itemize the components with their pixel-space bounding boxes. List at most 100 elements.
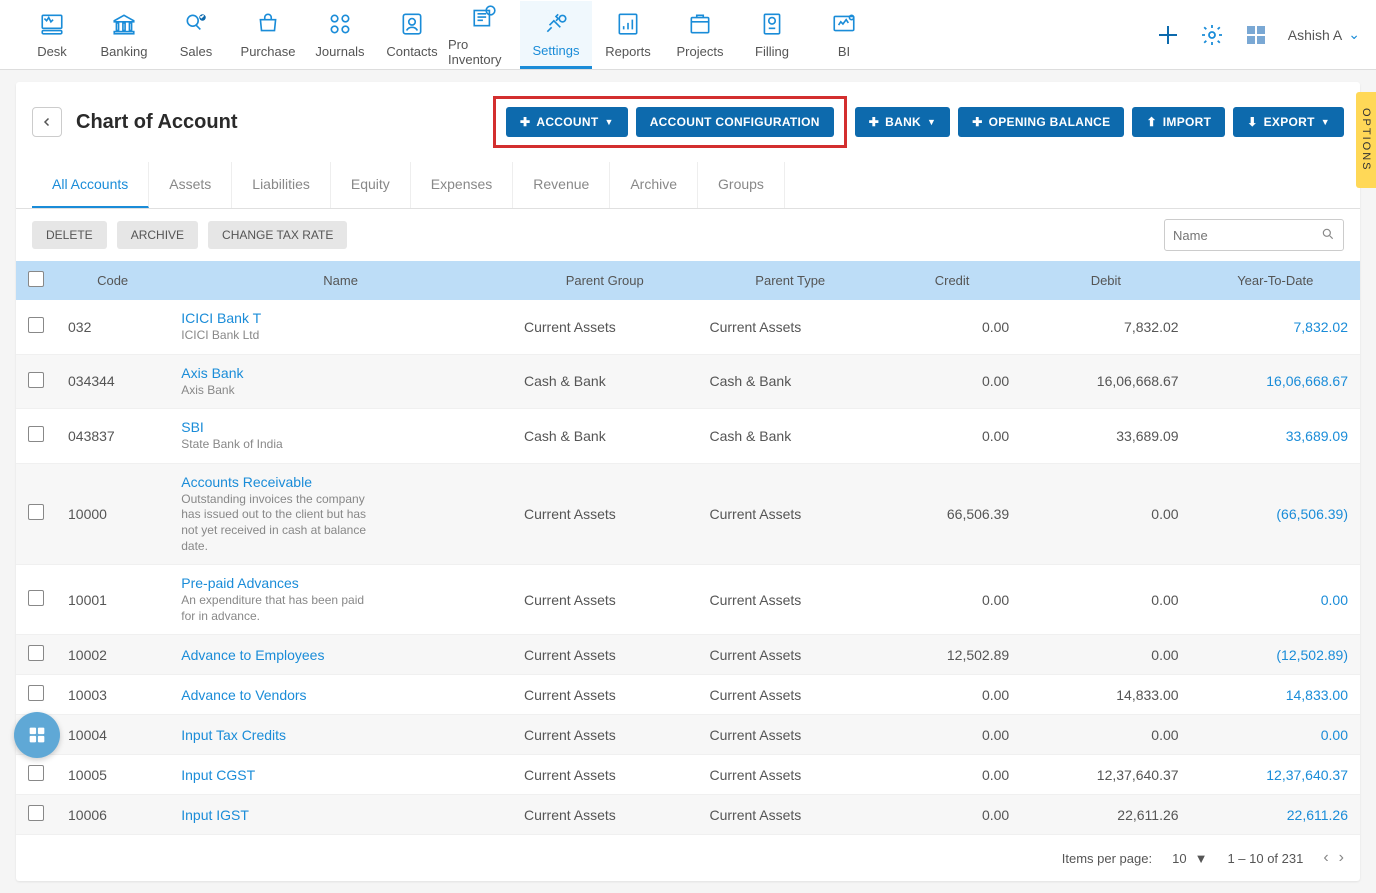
gear-icon[interactable] (1200, 23, 1224, 47)
cell-ytd[interactable]: 22,611.26 (1191, 795, 1360, 835)
cell-ytd[interactable]: 16,06,668.67 (1191, 354, 1360, 409)
row-checkbox[interactable] (28, 765, 44, 781)
table-row: 10001Pre-paid AdvancesAn expenditure tha… (16, 565, 1360, 635)
user-menu[interactable]: Ashish A ⌄ (1288, 26, 1360, 43)
import-button[interactable]: ⬆ IMPORT (1132, 107, 1225, 137)
btn-label: BANK (885, 115, 921, 129)
account-link[interactable]: Input CGST (181, 767, 500, 783)
row-checkbox[interactable] (28, 685, 44, 701)
row-checkbox[interactable] (28, 372, 44, 388)
tab-assets[interactable]: Assets (149, 162, 232, 208)
row-checkbox[interactable] (28, 645, 44, 661)
nav-banking[interactable]: Banking (88, 1, 160, 69)
account-button[interactable]: ✚ ACCOUNT ▼ (506, 107, 628, 137)
chevron-down-icon: ▼ (927, 117, 936, 127)
nav-journals[interactable]: Journals (304, 1, 376, 69)
account-link[interactable]: Pre-paid Advances (181, 575, 500, 591)
nav-bi[interactable]: BI (808, 1, 880, 69)
tab-revenue[interactable]: Revenue (513, 162, 610, 208)
download-icon: ⬇ (1247, 115, 1257, 129)
nav-filling[interactable]: Filling (736, 1, 808, 69)
nav-label: Banking (101, 44, 148, 59)
change-tax-button[interactable]: CHANGE TAX RATE (208, 221, 347, 249)
account-link[interactable]: ICICI Bank T (181, 310, 500, 326)
account-desc: Outstanding invoices the company has iss… (181, 492, 371, 554)
row-checkbox[interactable] (28, 590, 44, 606)
options-tab[interactable]: OPTIONS (1356, 92, 1376, 188)
row-checkbox[interactable] (28, 504, 44, 520)
btn-label: IMPORT (1163, 115, 1211, 129)
cell-name: Axis BankAxis Bank (169, 354, 512, 409)
col-parent-type[interactable]: Parent Type (697, 261, 883, 300)
items-per-page-select[interactable]: 10 ▼ (1172, 851, 1207, 866)
col-debit[interactable]: Debit (1021, 261, 1190, 300)
tab-all-accounts[interactable]: All Accounts (32, 162, 149, 208)
tab-archive[interactable]: Archive (610, 162, 698, 208)
account-link[interactable]: Input Tax Credits (181, 727, 500, 743)
nav-reports[interactable]: Reports (592, 1, 664, 69)
next-page[interactable]: › (1339, 849, 1344, 867)
account-link[interactable]: Input IGST (181, 807, 500, 823)
archive-button[interactable]: ARCHIVE (117, 221, 198, 249)
apps-fab[interactable] (14, 712, 60, 758)
btn-label: EXPORT (1264, 115, 1315, 129)
tab-equity[interactable]: Equity (331, 162, 411, 208)
cell-ytd[interactable]: 33,689.09 (1191, 409, 1360, 464)
cell-ytd[interactable]: (12,502.89) (1191, 635, 1360, 675)
cell-ytd[interactable]: 14,833.00 (1191, 675, 1360, 715)
account-config-button[interactable]: ACCOUNT CONFIGURATION (636, 107, 834, 137)
add-icon[interactable] (1156, 23, 1180, 47)
table-row: 10002Advance to EmployeesCurrent AssetsC… (16, 635, 1360, 675)
nav-sales[interactable]: Sales (160, 1, 232, 69)
settings-icon (542, 9, 570, 37)
cell-code: 032 (56, 300, 169, 354)
col-parent-group[interactable]: Parent Group (512, 261, 698, 300)
nav-projects[interactable]: Projects (664, 1, 736, 69)
col-credit[interactable]: Credit (883, 261, 1021, 300)
nav-pro-inventory[interactable]: Pro Inventory (448, 1, 520, 69)
nav-purchase[interactable]: Purchase (232, 1, 304, 69)
col-code[interactable]: Code (56, 261, 169, 300)
export-button[interactable]: ⬇ EXPORT ▼ (1233, 107, 1344, 137)
back-button[interactable] (32, 107, 62, 137)
cell-ytd[interactable]: 12,37,640.37 (1191, 755, 1360, 795)
col-ytd[interactable]: Year-To-Date (1191, 261, 1360, 300)
highlighted-actions: ✚ ACCOUNT ▼ ACCOUNT CONFIGURATION (493, 96, 847, 148)
cell-name: Advance to Vendors (169, 675, 512, 715)
select-all-checkbox[interactable] (28, 271, 44, 287)
journals-icon (326, 10, 354, 38)
top-navigation: Desk Banking Sales Purchase Journals Con… (0, 0, 1376, 70)
opening-balance-button[interactable]: ✚ OPENING BALANCE (958, 107, 1124, 137)
bank-button[interactable]: ✚ BANK ▼ (855, 107, 950, 137)
row-checkbox[interactable] (28, 805, 44, 821)
tab-expenses[interactable]: Expenses (411, 162, 513, 208)
account-link[interactable]: Advance to Vendors (181, 687, 500, 703)
account-link[interactable]: Advance to Employees (181, 647, 500, 663)
row-checkbox[interactable] (28, 426, 44, 442)
nav-items: Desk Banking Sales Purchase Journals Con… (16, 1, 880, 69)
account-link[interactable]: Accounts Receivable (181, 474, 500, 490)
cell-ytd[interactable]: (66,506.39) (1191, 463, 1360, 564)
col-name[interactable]: Name (169, 261, 512, 300)
apps-icon[interactable] (1244, 23, 1268, 47)
row-checkbox[interactable] (28, 317, 44, 333)
cell-code: 034344 (56, 354, 169, 409)
nav-settings[interactable]: Settings (520, 1, 592, 69)
cell-ytd[interactable]: 0.00 (1191, 715, 1360, 755)
delete-button[interactable]: DELETE (32, 221, 107, 249)
search-icon[interactable] (1321, 227, 1335, 244)
search-input[interactable] (1173, 228, 1321, 243)
cell-name: Input CGST (169, 755, 512, 795)
tab-liabilities[interactable]: Liabilities (232, 162, 331, 208)
nav-contacts[interactable]: Contacts (376, 1, 448, 69)
cell-ytd[interactable]: 0.00 (1191, 565, 1360, 635)
cell-parent-group: Cash & Bank (512, 354, 698, 409)
cell-code: 10003 (56, 675, 169, 715)
items-per-page-label: Items per page: (1062, 851, 1152, 866)
prev-page[interactable]: ‹ (1323, 849, 1328, 867)
nav-desk[interactable]: Desk (16, 1, 88, 69)
account-link[interactable]: Axis Bank (181, 365, 500, 381)
cell-ytd[interactable]: 7,832.02 (1191, 300, 1360, 354)
account-link[interactable]: SBI (181, 419, 500, 435)
tab-groups[interactable]: Groups (698, 162, 785, 208)
